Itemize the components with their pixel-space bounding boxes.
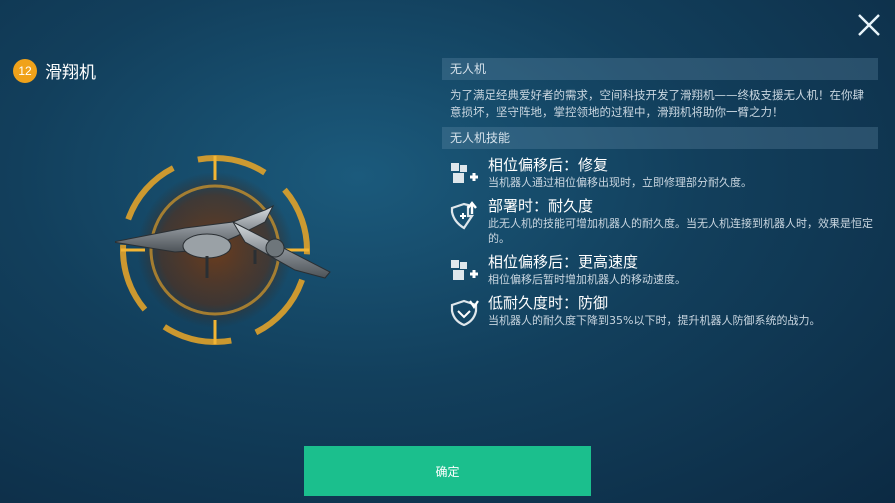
section-header-skills: 无人机技能 [442, 127, 878, 149]
skill-title: 相位偏移后：修复 [488, 156, 609, 174]
skill-title: 低耐久度时：防御 [488, 294, 609, 312]
skill-desc: 此无人机的技能可增加机器人的耐久度。当无人机连接到机器人时，效果是恒定的。 [488, 217, 873, 245]
shield-plus-icon [448, 200, 480, 232]
skill-desc: 当机器人的耐久度下降到35%以下时，提升机器人防御系统的战力。 [488, 314, 821, 327]
skill-item: 相位偏移后：更高速度 相位偏移后暂时增加机器人的移动速度。 [442, 252, 878, 287]
skill-desc: 当机器人通过相位偏移出现时，立即修理部分耐久度。 [488, 176, 752, 189]
drone-description: 为了满足经典爱好者的需求，空间科技开发了滑翔机——终极支援无人机！在你肆意损坏，… [450, 88, 864, 119]
drone-emblem [112, 150, 335, 370]
repair-icon [448, 159, 480, 191]
skill-title: 相位偏移后：更高速度 [488, 253, 639, 271]
level-badge: 12 [13, 58, 37, 83]
speed-icon [448, 256, 480, 288]
confirm-button[interactable]: 确定 [304, 446, 591, 496]
close-icon[interactable] [856, 12, 882, 38]
defense-icon [448, 297, 480, 329]
drone-name: 滑翔机 [45, 63, 96, 83]
info-panel: 无人机 为了满足经典爱好者的需求，空间科技开发了滑翔机——终极支援无人机！在你肆… [442, 58, 878, 328]
section-header-drone: 无人机 [442, 58, 878, 80]
skill-item: 相位偏移后：修复 当机器人通过相位偏移出现时，立即修理部分耐久度。 [442, 155, 878, 190]
skill-desc: 相位偏移后暂时增加机器人的移动速度。 [488, 273, 686, 286]
drone-title: 12 滑翔机 [13, 58, 96, 83]
skill-title: 部署时：耐久度 [488, 197, 594, 215]
skill-item: 低耐久度时：防御 当机器人的耐久度下降到35%以下时，提升机器人防御系统的战力。 [442, 293, 878, 328]
skill-item: 部署时：耐久度 此无人机的技能可增加机器人的耐久度。当无人机连接到机器人时，效果… [442, 196, 878, 246]
